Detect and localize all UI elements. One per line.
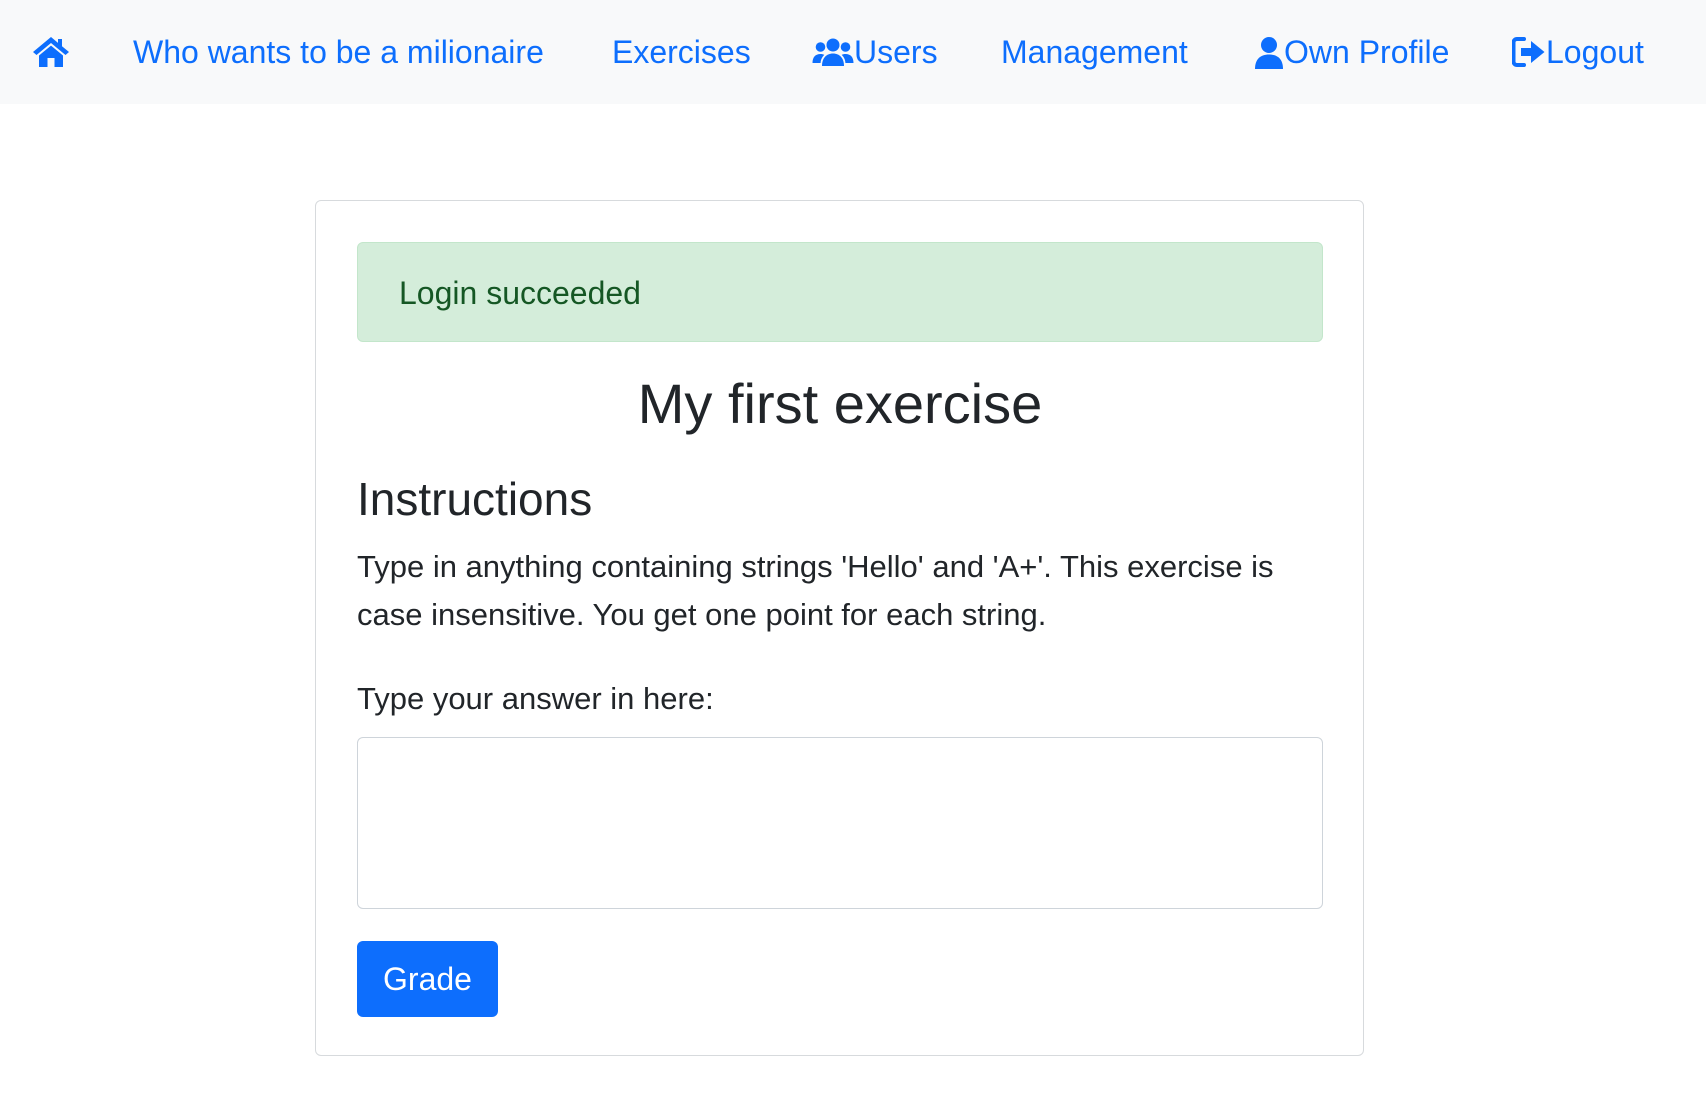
answer-label: Type your answer in here:	[357, 681, 714, 716]
instructions-text: Type in anything containing strings 'Hel…	[357, 549, 1274, 632]
user-icon	[1255, 36, 1283, 69]
nav-milionaire-label: Who wants to be a milionaire	[133, 33, 544, 70]
instructions-heading: Instructions	[357, 473, 593, 525]
nav-own-profile-label: Own Profile	[1284, 33, 1450, 70]
navbar: Who wants to be a milionaire Exercises U…	[0, 0, 1706, 104]
nav-users-link[interactable]: Users	[812, 0, 938, 104]
nav-exercises-link[interactable]: Exercises	[612, 0, 751, 104]
nav-own-profile-link[interactable]: Own Profile	[1254, 0, 1449, 104]
grade-button[interactable]: Grade	[357, 941, 498, 1017]
nav-milionaire-link[interactable]: Who wants to be a milionaire	[133, 0, 544, 104]
nav-home-link[interactable]	[32, 0, 70, 104]
alert-message: Login succeeded	[399, 275, 641, 311]
nav-users-label: Users	[854, 33, 938, 70]
answer-input[interactable]	[357, 737, 1323, 909]
nav-management-label: Management	[1001, 33, 1188, 70]
users-icon	[812, 38, 854, 66]
page-title: My first exercise	[637, 372, 1043, 435]
success-alert: Login succeeded	[357, 242, 1323, 342]
exercise-card: Login succeeded My first exercise Instru…	[315, 200, 1364, 1056]
nav-logout-link[interactable]: Logout	[1512, 0, 1644, 104]
home-icon	[33, 37, 69, 67]
nav-management-link[interactable]: Management	[1001, 0, 1188, 104]
nav-logout-label: Logout	[1546, 33, 1644, 70]
nav-exercises-label: Exercises	[612, 33, 751, 70]
sign-out-icon	[1512, 37, 1545, 67]
